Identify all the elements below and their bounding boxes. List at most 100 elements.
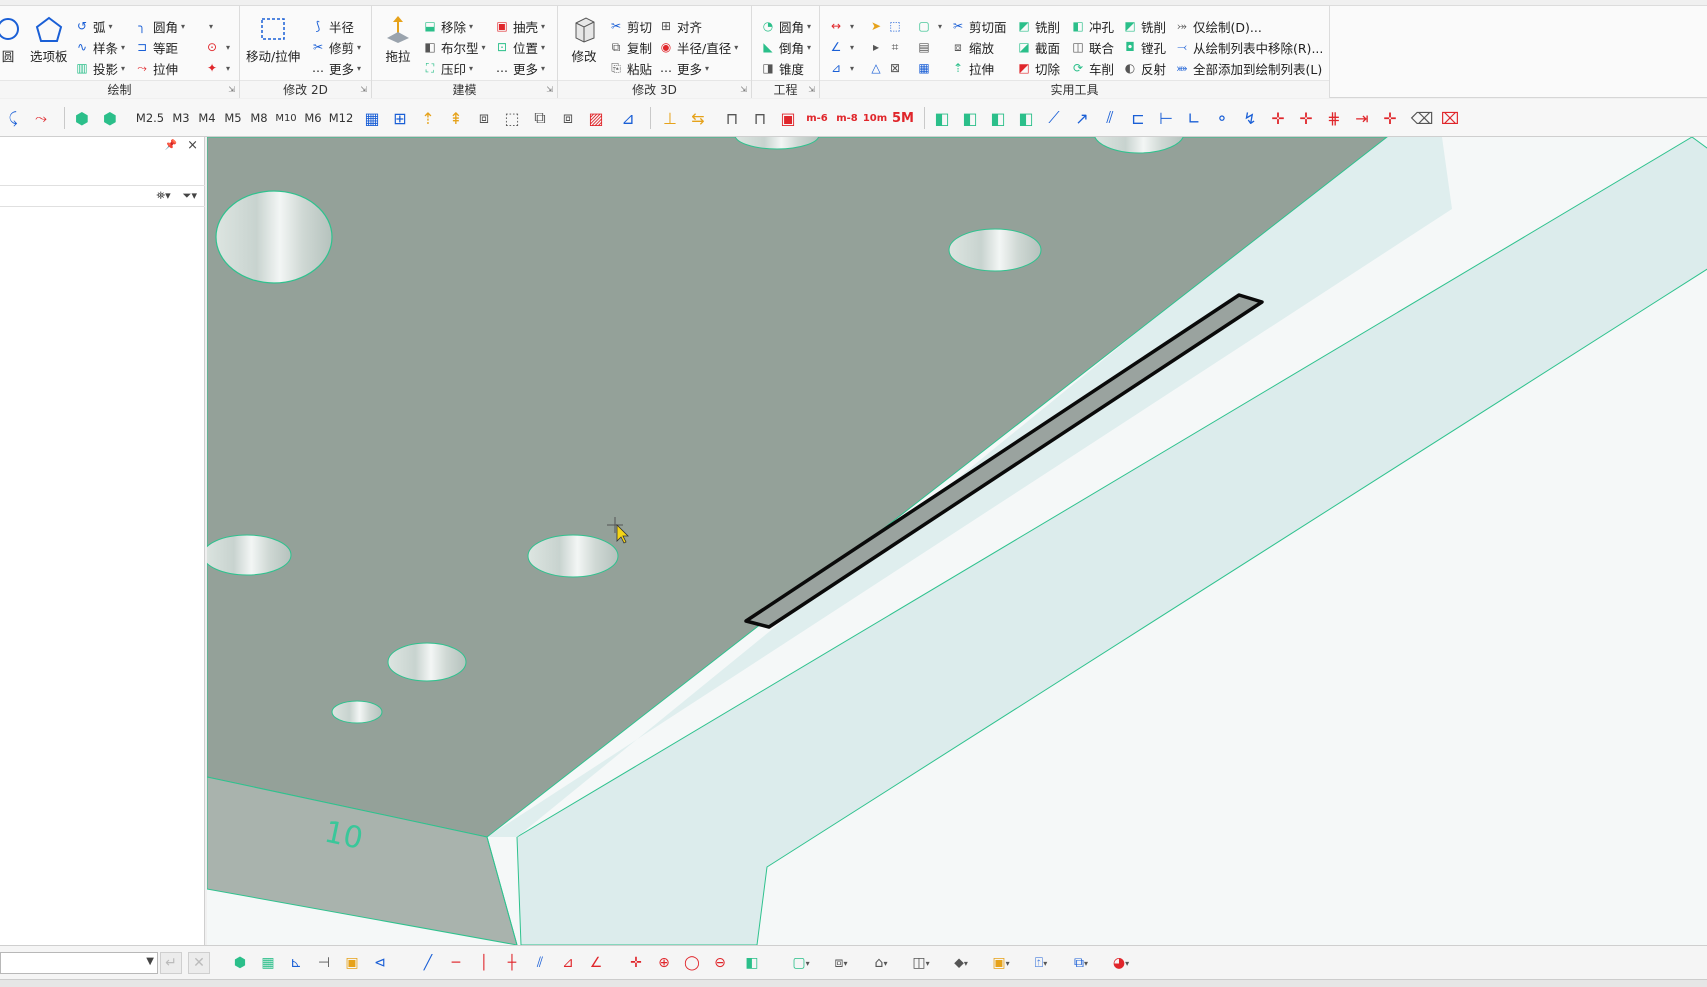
solid-green-icon[interactable]: ⬢ [70,107,94,129]
yellow-box-icon[interactable]: ▣ [340,952,364,974]
taper-button[interactable]: ◨ 锥度 [760,58,804,78]
thread-m2-5-button[interactable]: M2.5 [136,107,164,129]
pull-axis-icon[interactable]: ⇡ [416,107,440,129]
thread-m5-button[interactable]: M5 [222,107,244,129]
horizontal-line-icon[interactable]: ─ [444,952,468,974]
10m-thread-button[interactable]: 10m [862,107,888,129]
position-button[interactable]: ⊡ 位置 ▾ [494,37,545,57]
red-tool-dropdown[interactable]: ◕ ▾ [1106,952,1136,974]
plate-view-dropdown[interactable]: ⬥ ▾ [946,952,976,974]
fillet-3d-button[interactable]: ◔ 圆角 ▾ [760,16,811,36]
cylinder-tool-2-icon[interactable]: ⊓ [748,107,772,129]
thread-m8-button[interactable]: M8 [248,107,270,129]
modeling-more-button[interactable]: … 更多 ▾ [494,58,545,78]
circle-tools-dropdown[interactable]: ⊙ ▾ [204,37,230,57]
angle-dim-tool-icon[interactable]: ∟ [1182,107,1206,129]
mill-button[interactable]: ◩ 铣削 [1016,16,1060,36]
vertex-angle-icon[interactable]: ⊿ [616,107,640,129]
thread-m12-button[interactable]: M12 [328,107,354,129]
circle-tangent-icon[interactable]: ◯ [680,952,704,974]
cross-tool-4-icon[interactable]: ✛ [1378,107,1402,129]
imprint-button[interactable]: ⛶ 压印 ▾ [422,58,473,78]
thread-m4-button[interactable]: M4 [196,107,218,129]
angle-tools-dropdown[interactable]: ∠ ▾ [828,37,854,57]
dialog-launcher-icon[interactable]: ⇲ [546,85,553,94]
remove-from-draw-list-button[interactable]: ⤙ 从绘制列表中移除(R)... [1174,37,1323,57]
boolean-button[interactable]: ◧ 布尔型 ▾ [422,37,485,57]
dimension-tool-icon[interactable]: ⊢ [1154,107,1178,129]
chamfer-button[interactable]: ◣ 倒角 ▾ [760,37,811,57]
face-tool-2-icon[interactable]: ◧ [958,107,982,129]
move-3d-button[interactable]: ⬓ 移除 ▾ [422,16,473,36]
cross-line-icon[interactable]: ┼ [500,952,524,974]
cross-tool-icon[interactable]: ✛ [1266,107,1290,129]
home-view-dropdown[interactable]: ⌂ ▾ [866,952,896,974]
move-stretch-button[interactable]: 移动/拉伸 [246,12,300,65]
face-tool-1-icon[interactable]: ◧ [930,107,954,129]
bore-button[interactable]: ◘ 镗孔 [1122,37,1166,57]
arrow-tool-icon[interactable]: ↗ [1070,107,1094,129]
sketch-tool-icon[interactable]: ⤳ [28,107,54,129]
cylinder-tool-icon[interactable]: ⊓ [720,107,744,129]
green-square-dropdown[interactable]: ▢ ▾ [786,952,816,974]
3d-viewport[interactable]: 10 [207,137,1707,945]
curve-tool-icon[interactable]: ⤹ [4,107,22,129]
circle-dim-tool-icon[interactable]: ⚬ [1210,107,1234,129]
calculator-button[interactable]: ▦ [916,58,935,78]
layer-view-dropdown[interactable]: ▣ ▾ [986,952,1016,974]
thread-m3-button[interactable]: M3 [170,107,192,129]
select-box-icon[interactable]: ⬚ [500,107,524,129]
bracket-tool-icon[interactable]: ⊏ [1126,107,1150,129]
snapshot-button[interactable]: ▤ [916,37,935,57]
red-cube-icon[interactable]: ▣ [776,107,800,129]
pin-icon[interactable]: 📌 [165,140,177,151]
filter-icon[interactable]: ⏷▾ [183,189,197,203]
radius-button[interactable]: ⟆ 半径 [310,16,354,36]
select-tool-button[interactable]: ➤ ⬚ [868,16,906,36]
table-view-icon[interactable]: ⊞ [388,107,412,129]
mill2-button[interactable]: ◩ 铣削 [1122,16,1166,36]
eraser-tool-icon[interactable]: ⌫ [1410,107,1434,129]
point-select-button[interactable]: ▸ ⌗ [868,37,906,57]
offset-button[interactable]: ⊐ 等距 [134,37,178,57]
dialog-launcher-icon[interactable]: ⇲ [360,85,367,94]
grid-view-icon[interactable]: ▦ [360,107,384,129]
plane-tool-icon[interactable]: ⇆ [686,107,710,129]
cut-button[interactable]: ✂ 剪切 [608,16,652,36]
angle-line-icon[interactable]: ∠ [584,952,608,974]
thread-m6-button[interactable]: M6 [302,107,324,129]
project-button[interactable]: ▥ 投影 ▾ [74,58,125,78]
draw-only-button[interactable]: ⤖ 仅绘制(D)... [1174,16,1262,36]
axis-select-icon[interactable]: ⊣ [312,952,336,974]
circle-center-icon[interactable]: ⊕ [652,952,676,974]
dimension-tools-dropdown[interactable]: ↔ ▾ [828,16,854,36]
align-button[interactable]: ⊞ 对齐 [658,16,702,36]
circle-button[interactable]: 圆 [0,12,24,65]
sketch-grid-icon[interactable]: ▦ [256,952,280,974]
stretch-2d-button[interactable]: ⤳ 拉伸 [134,58,178,78]
thread-m10-button[interactable]: M10 [274,107,298,129]
solid-green-2-icon[interactable]: ⬢ [98,107,122,129]
m6-thread-button[interactable]: m-6 [804,107,830,129]
modify2d-more-button[interactable]: … 更多 ▾ [310,58,361,78]
eraser-tool-2-icon[interactable]: ⌧ [1438,107,1462,129]
5m-thread-button[interactable]: 5M [890,107,916,129]
line-tool-icon[interactable]: ╱ [416,952,440,974]
axis-tool-icon[interactable]: ⊥ [658,107,682,129]
dialog-launcher-icon[interactable]: ⇲ [228,85,235,94]
section-button[interactable]: ◪ 截面 [1016,37,1060,57]
copy-button[interactable]: ⧉ 复制 [608,37,652,57]
add-all-to-draw-list-button[interactable]: ⤘ 全部添加到绘制列表(L) [1174,58,1323,78]
enter-button[interactable]: ↵ [160,952,182,974]
palette-button[interactable]: 选项板 [30,12,68,65]
cross-tool-2-icon[interactable]: ✛ [1294,107,1318,129]
pull-button[interactable]: 拖拉 [382,12,414,65]
plane-select-icon[interactable]: ⊾ [284,952,308,974]
pull-plane-icon[interactable]: ⇞ [444,107,468,129]
draw-more-dropdown[interactable]: ▾ [206,16,213,36]
reflect-button[interactable]: ◐ 反射 [1122,58,1166,78]
cube-view-dropdown[interactable]: ⧉ ▾ [1066,952,1096,974]
scale-button[interactable]: ⧈ 缩放 [950,37,994,57]
face-green-icon[interactable]: ◧ [740,952,764,974]
dimension-view-dropdown[interactable]: ⍐ ▾ [1026,952,1056,974]
